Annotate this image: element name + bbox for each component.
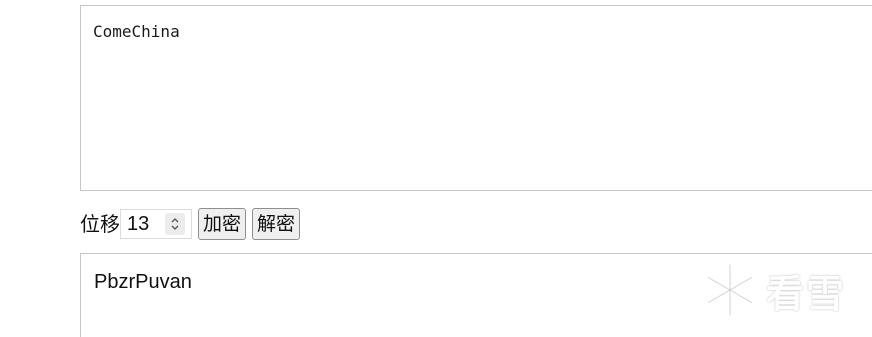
shift-label: 位移 <box>80 212 120 236</box>
encrypt-button[interactable]: 加密 <box>198 208 247 240</box>
plaintext-input[interactable]: ComeChina <box>80 5 872 191</box>
chevron-up-down-icon[interactable] <box>170 216 180 232</box>
shift-stepper[interactable]: 13 <box>120 209 192 239</box>
cipher-controls: 位移 13 加密 解密 <box>80 208 306 240</box>
spin-buttons[interactable] <box>165 213 185 235</box>
watermark-text: 看雪 <box>766 271 847 316</box>
shift-value[interactable]: 13 <box>121 213 165 236</box>
watermark: 看雪 <box>700 258 860 322</box>
decrypt-button[interactable]: 解密 <box>252 208 301 240</box>
snowflake-icon <box>703 263 757 317</box>
